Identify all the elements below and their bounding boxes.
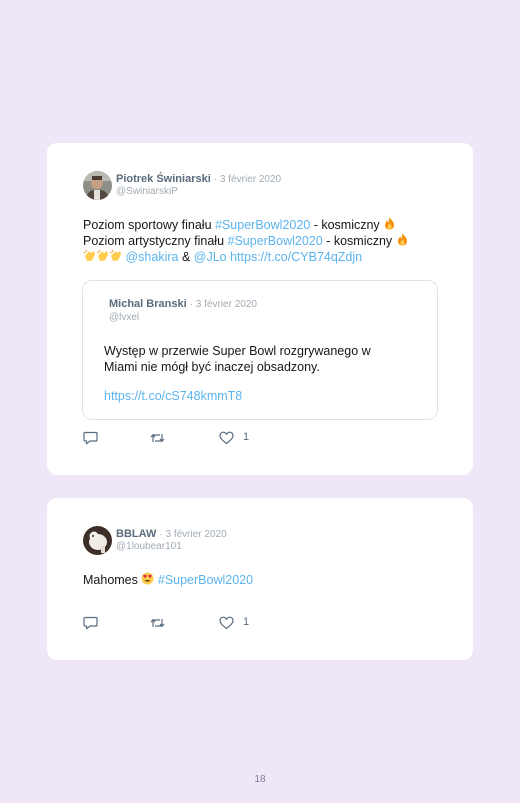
- reply-icon[interactable]: [83, 616, 98, 630]
- tweet-body: Poziom sportowy finału #SuperBowl2020 - …: [83, 217, 409, 265]
- clap-emoji-icon: [109, 249, 121, 261]
- tweet-actions: 1: [83, 616, 283, 630]
- fire-emoji-icon: [385, 217, 395, 230]
- text-segment: - kosmiczny: [310, 218, 384, 232]
- tweet-line: Miami nie mógł być inaczej obsadzony.: [104, 360, 320, 374]
- tweet-line: @shakira & @JLo https://t.co/CYB74qZdjn: [83, 249, 409, 265]
- author-name-text[interactable]: BBLAW: [116, 528, 156, 540]
- tweet-body: Mahomes #SuperBowl2020: [83, 572, 253, 588]
- retweet-icon[interactable]: [150, 616, 165, 630]
- quoted-author-handle[interactable]: @lvxel: [109, 312, 139, 323]
- clap-emoji-icon: [96, 249, 108, 261]
- avatar[interactable]: [83, 526, 112, 555]
- author-handle[interactable]: @1loubear101: [116, 541, 182, 552]
- hashtag-link[interactable]: #SuperBowl2020: [228, 234, 323, 248]
- like-icon[interactable]: [219, 431, 234, 445]
- url-link[interactable]: https://t.co/CYB74qZdjn: [227, 250, 362, 264]
- mention-link[interactable]: @JLo: [194, 250, 227, 264]
- text-segment: - kosmiczny: [322, 234, 396, 248]
- fire-emoji-icon: [397, 233, 407, 246]
- tweet-actions: 1: [83, 431, 283, 445]
- hashtag-link[interactable]: #SuperBowl2020: [158, 573, 253, 587]
- tweet-date[interactable]: · 3 février 2020: [214, 174, 281, 185]
- avatar[interactable]: [83, 171, 112, 200]
- tweet-date[interactable]: · 3 février 2020: [159, 529, 226, 540]
- text-segment: Poziom artystyczny finału: [83, 234, 228, 248]
- tweet-date[interactable]: · 3 février 2020: [190, 299, 257, 310]
- quoted-author-name[interactable]: Michal Branski · 3 février 2020: [109, 298, 257, 310]
- author-name-text[interactable]: Michal Branski: [109, 298, 187, 310]
- heart-eyes-emoji-icon: [141, 572, 154, 585]
- tweet-line: Poziom sportowy finału #SuperBowl2020 - …: [83, 217, 409, 233]
- tweet-line: Występ w przerwie Super Bowl rozgrywaneg…: [104, 344, 371, 358]
- like-count: 1: [243, 431, 250, 443]
- like-count: 1: [243, 616, 250, 628]
- author-name-text[interactable]: Piotrek Świniarski: [116, 173, 211, 185]
- text-segment: &: [178, 250, 194, 264]
- like-icon[interactable]: [219, 616, 234, 630]
- reply-icon[interactable]: [83, 431, 98, 445]
- quoted-tweet-body: Występ w przerwie Super Bowl rozgrywaneg…: [104, 343, 371, 375]
- url-link[interactable]: https://t.co/cS748kmmT8: [104, 388, 242, 404]
- page-number: 18: [254, 774, 266, 785]
- mention-link[interactable]: @shakira: [125, 250, 178, 264]
- clap-emoji-icon: [83, 249, 95, 261]
- tweet-card: Piotrek Świniarski · 3 février 2020 @Swi…: [47, 143, 473, 475]
- quoted-tweet[interactable]: Michal Branski · 3 février 2020 @lvxel W…: [82, 280, 438, 420]
- author-name[interactable]: Piotrek Świniarski · 3 février 2020: [116, 173, 281, 185]
- tweet-card: BBLAW · 3 février 2020 @1loubear101 Maho…: [47, 498, 473, 660]
- author-handle[interactable]: @SwiniarskiP: [116, 186, 178, 197]
- text-segment: Mahomes: [83, 573, 142, 587]
- tweet-line: Poziom artystyczny finału #SuperBowl2020…: [83, 233, 409, 249]
- retweet-icon[interactable]: [150, 431, 165, 445]
- author-name[interactable]: BBLAW · 3 février 2020: [116, 528, 227, 540]
- hashtag-link[interactable]: #SuperBowl2020: [215, 218, 310, 232]
- text-segment: Poziom sportowy finału: [83, 218, 216, 232]
